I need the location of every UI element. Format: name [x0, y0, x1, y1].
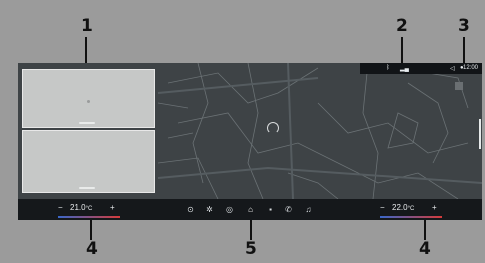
phone-icon[interactable]: ✆ [284, 205, 293, 214]
callout-1: 1 [81, 16, 93, 36]
temp-decrease-button[interactable]: − [58, 203, 63, 212]
volume-icon: ◁ [450, 66, 455, 72]
temperature-unit: °C [85, 206, 93, 212]
callout-2: 2 [396, 16, 408, 36]
status-bar: ᛒ ▂▄ ◁ ● 12:00 [360, 63, 482, 74]
temperature-value: 21.0°C [70, 203, 92, 212]
widget-bottom[interactable] [22, 130, 155, 193]
temperature-gradient-bar [58, 216, 120, 218]
apps-icon[interactable]: ▪ [266, 205, 275, 214]
navigation-icon[interactable]: ⊙ [186, 205, 195, 214]
widget-top[interactable] [22, 69, 155, 128]
bottom-bar: − 21.0°C + ⊙ ✲ ◎ ⌂ ▪ ✆ ♫ − 22.0°C + [18, 199, 482, 220]
signal-icon: ▂▄ [400, 66, 409, 72]
fan-icon[interactable]: ✲ [205, 205, 214, 214]
music-icon[interactable]: ♫ [304, 205, 313, 214]
temperature-number: 21.0 [70, 203, 86, 212]
callout-4-left: 4 [86, 239, 98, 259]
widget-indicator-icon [87, 100, 90, 103]
home-icon[interactable]: ⌂ [246, 205, 255, 214]
temp-decrease-button[interactable]: − [380, 203, 385, 212]
widget-page-indicator [79, 122, 95, 124]
media-icon[interactable]: ◎ [225, 205, 234, 214]
temp-increase-button[interactable]: + [110, 203, 115, 212]
callout-4-right: 4 [419, 239, 431, 259]
temp-increase-button[interactable]: + [432, 203, 437, 212]
current-position-icon [267, 122, 279, 134]
temperature-value: 22.0°C [392, 203, 414, 212]
temperature-gradient-bar [380, 216, 442, 218]
temperature-unit: °C [407, 206, 415, 212]
climate-control-right: − 22.0°C + [380, 203, 450, 218]
temperature-number: 22.0 [392, 203, 408, 212]
status-time: 12:00 [462, 65, 478, 71]
callout-5: 5 [245, 239, 257, 259]
side-drag-handle[interactable] [479, 119, 481, 149]
bluetooth-icon: ᛒ [386, 65, 390, 71]
climate-control-left: − 21.0°C + [58, 203, 128, 218]
callout-3: 3 [458, 16, 470, 36]
main-display: ᛒ ▂▄ ◁ ● 12:00 [18, 63, 482, 199]
widget-page-indicator [79, 187, 95, 189]
map-compass-icon[interactable] [455, 82, 463, 90]
